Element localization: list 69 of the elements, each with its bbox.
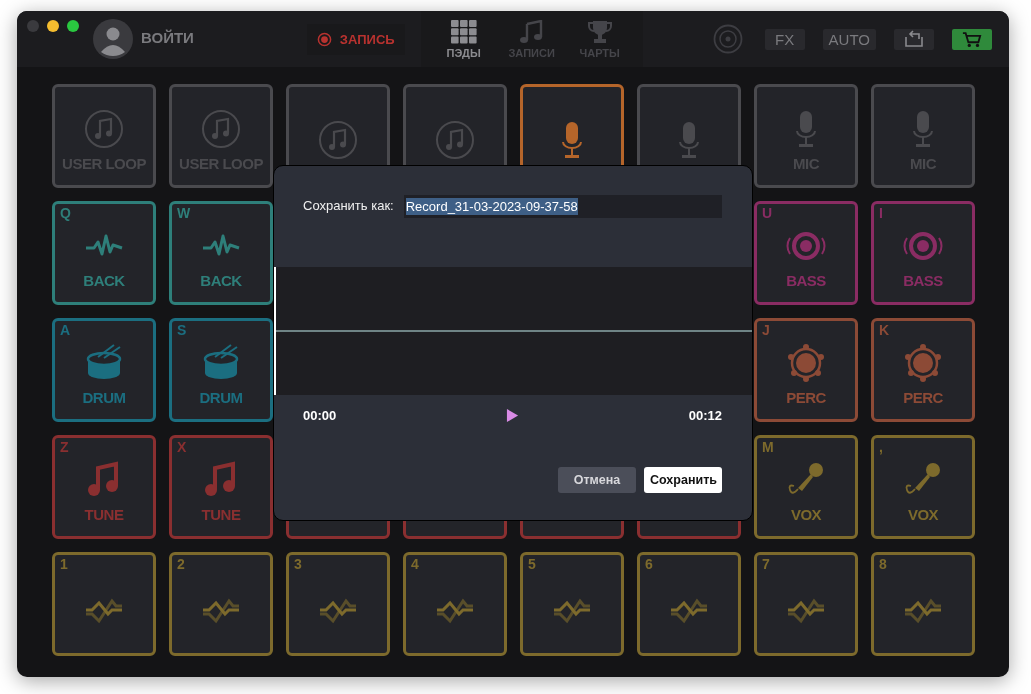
pad-button[interactable]: S DRUM: [169, 318, 273, 422]
login-link[interactable]: ВОЙТИ: [141, 28, 194, 46]
key-hint: 4: [411, 556, 419, 572]
key-hint: J: [762, 322, 770, 338]
pad-button[interactable]: 4: [403, 552, 507, 656]
play-button[interactable]: [506, 407, 519, 423]
pad-button[interactable]: 6: [637, 552, 741, 656]
tambourine-icon: [903, 342, 943, 383]
key-hint: 2: [177, 556, 185, 572]
time-label: 00:00: [303, 407, 337, 423]
key-hint: W: [177, 205, 191, 221]
music-note-circle-icon: [318, 120, 358, 160]
key-hint: S: [177, 322, 187, 338]
key-hint: 6: [645, 556, 653, 572]
pad-button[interactable]: M VOX: [754, 435, 858, 539]
pad-button[interactable]: 1: [52, 552, 156, 656]
time-label: 00:12: [688, 407, 722, 423]
pad-button[interactable]: X TUNE: [169, 435, 273, 539]
nav-tab[interactable]: ПЭДЫ: [434, 11, 493, 67]
key-hint: 5: [528, 556, 536, 572]
save-button[interactable]: Сохранить: [644, 467, 722, 493]
key-hint: X: [177, 439, 187, 455]
pad-button[interactable]: I BASS: [871, 201, 975, 305]
pad-button[interactable]: J PERC: [754, 318, 858, 422]
tambourine-icon: [786, 342, 826, 383]
key-hint: I: [879, 205, 883, 221]
key-hint: Z: [60, 439, 69, 455]
pad-button[interactable]: 7: [754, 552, 858, 656]
pad-button[interactable]: Q BACK: [52, 201, 156, 305]
key-hint: U: [762, 205, 773, 221]
music-notes-icon: [518, 19, 545, 44]
trophy-icon: [586, 19, 613, 44]
pad-button[interactable]: 2: [169, 552, 273, 656]
record-icon: [316, 31, 332, 47]
pad-button[interactable]: , VOX: [871, 435, 975, 539]
pad-button[interactable]: K PERC: [871, 318, 975, 422]
pad-button[interactable]: 3: [286, 552, 390, 656]
key-hint: A: [60, 322, 71, 338]
minimize-button[interactable]: [47, 20, 59, 32]
key-hint: 8: [879, 556, 887, 572]
pad-button[interactable]: U BASS: [754, 201, 858, 305]
cancel-button[interactable]: Отмена: [558, 467, 636, 493]
cart-icon: [962, 30, 982, 48]
key-hint: Q: [60, 205, 71, 221]
record-button[interactable]: ЗАПИСЬ: [306, 23, 405, 55]
toolbar-button[interactable]: AUTO: [822, 28, 876, 50]
key-hint: 1: [60, 556, 68, 572]
key-hint: ,: [879, 439, 883, 455]
key-hint: K: [879, 322, 890, 338]
undo-button[interactable]: [894, 28, 934, 50]
field-label: Сохранить как:: [303, 198, 394, 213]
music-note-circle-icon: [84, 108, 124, 149]
pad-button[interactable]: 5: [520, 552, 624, 656]
maximize-button[interactable]: [67, 20, 79, 32]
avatar-icon[interactable]: [93, 19, 133, 59]
key-hint: 7: [762, 556, 770, 572]
pad-button[interactable]: Z TUNE: [52, 435, 156, 539]
grid-icon: [450, 19, 477, 44]
key-hint: 3: [294, 556, 302, 572]
pad-button[interactable]: A DRUM: [52, 318, 156, 422]
filename-field[interactable]: Record_31-03-2023-09-37-58: [403, 195, 722, 218]
toolbar-button[interactable]: FX: [764, 28, 805, 50]
pad-button[interactable]: 8: [871, 552, 975, 656]
undo-icon: [903, 30, 925, 48]
key-hint: M: [762, 439, 774, 455]
cart-button[interactable]: [952, 28, 992, 50]
music-note-circle-icon: [201, 108, 241, 149]
pad-button[interactable]: W BACK: [169, 201, 273, 305]
music-note-circle-icon: [435, 120, 475, 160]
